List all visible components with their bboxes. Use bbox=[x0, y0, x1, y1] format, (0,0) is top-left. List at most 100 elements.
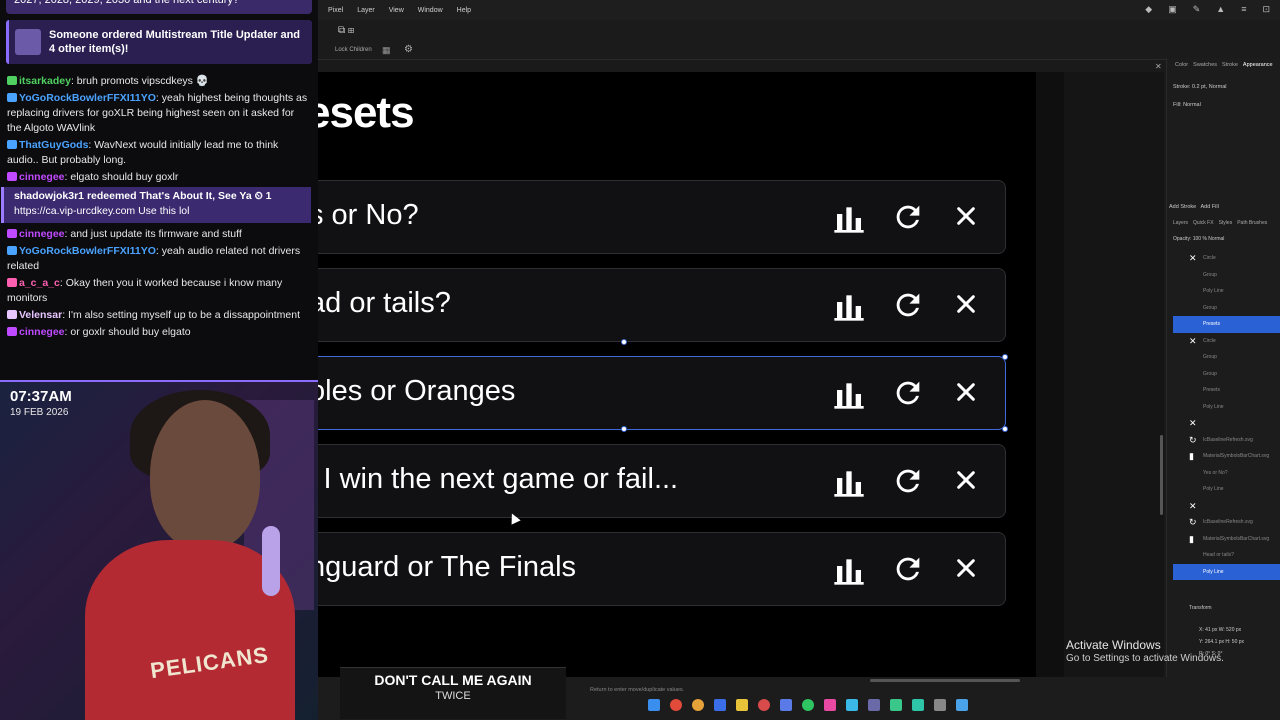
close-icon[interactable]: ✕ bbox=[1155, 62, 1162, 71]
horizontal-scrollbar[interactable] bbox=[870, 679, 1020, 682]
preset-row[interactable]: ad or tails? bbox=[318, 268, 1006, 342]
gear-icon[interactable]: ⚙ bbox=[404, 44, 413, 55]
layer-row[interactable]: ✕ bbox=[1173, 498, 1280, 515]
bar-chart-icon[interactable] bbox=[833, 466, 865, 498]
menu-item-layer[interactable]: Layer bbox=[357, 7, 375, 14]
layer-row[interactable]: Poly Line bbox=[1173, 563, 1280, 580]
menu-item-help[interactable]: Help bbox=[457, 7, 471, 14]
chat-username[interactable]: itsarkadey bbox=[19, 75, 71, 87]
opacity-blend[interactable]: Opacity: 100 % Normal bbox=[1173, 236, 1224, 242]
stroke-setting[interactable]: Stroke: 0.2 pt, Normal bbox=[1173, 84, 1227, 90]
bar-chart-icon[interactable] bbox=[833, 554, 865, 586]
transform-icon[interactable]: ⧉ ⊞ bbox=[338, 25, 354, 36]
windows-start-icon[interactable] bbox=[648, 699, 660, 711]
close-icon[interactable] bbox=[955, 205, 977, 227]
close-icon[interactable] bbox=[955, 293, 977, 315]
selection-handle[interactable] bbox=[621, 339, 627, 345]
app-icon-gray[interactable] bbox=[934, 699, 946, 711]
layer-row[interactable]: ✕ bbox=[1173, 415, 1280, 432]
layer-row[interactable]: Poly Line bbox=[1173, 481, 1280, 498]
transform-value-row[interactable]: X: 41 px W: 520 px bbox=[1199, 624, 1244, 636]
preset-row[interactable]: s or No? bbox=[318, 180, 1006, 254]
preset-row[interactable]: oles or Oranges bbox=[318, 356, 1006, 430]
layer-row[interactable]: ▮ MaterialSymbolsBarChart.svg bbox=[1173, 448, 1280, 465]
chat-username[interactable]: a_c_a_c bbox=[19, 277, 60, 289]
canvas[interactable]: esets s or No? ad or tails? oles or Orange… bbox=[318, 72, 1036, 677]
menu-item-pixel[interactable]: Pixel bbox=[328, 7, 343, 14]
app-icon-teal[interactable] bbox=[912, 699, 924, 711]
refresh-icon[interactable] bbox=[891, 552, 925, 586]
align-icon[interactable]: ≡ bbox=[1241, 4, 1246, 15]
refresh-icon[interactable] bbox=[891, 464, 925, 498]
bar-chart-icon[interactable] bbox=[833, 202, 865, 234]
layer-row[interactable]: ↻ IcBaselineRefresh.svg bbox=[1173, 432, 1280, 449]
snap-icon[interactable]: ◆ bbox=[1145, 4, 1152, 15]
layer-row[interactable]: Presets bbox=[1173, 316, 1280, 333]
layer-row[interactable]: Head or tails? bbox=[1173, 547, 1280, 564]
layer-row[interactable]: Poly Line bbox=[1173, 283, 1280, 300]
menu-item-window[interactable]: Window bbox=[418, 7, 443, 14]
pen-icon[interactable]: ✎ bbox=[1193, 4, 1201, 15]
selection-handle[interactable] bbox=[621, 426, 627, 432]
layer-row[interactable]: Group bbox=[1173, 267, 1280, 284]
close-icon[interactable] bbox=[955, 469, 977, 491]
chat-username[interactable]: ThatGuyGods bbox=[19, 139, 88, 151]
tab-path-brushes[interactable]: Path Brushes bbox=[1237, 220, 1267, 226]
app-icon-pink[interactable] bbox=[824, 699, 836, 711]
add-stroke-button[interactable]: Add Stroke bbox=[1169, 204, 1196, 210]
bar-chart-icon[interactable] bbox=[833, 378, 865, 410]
layer-row[interactable]: ▮ MaterialSymbolsBarChart.svg bbox=[1173, 531, 1280, 548]
app-icon-blue[interactable] bbox=[780, 699, 792, 711]
tab-stroke[interactable]: Stroke bbox=[1222, 62, 1238, 68]
window-icon[interactable]: ⊡ bbox=[1262, 4, 1270, 15]
refresh-icon[interactable] bbox=[891, 376, 925, 410]
chat-username[interactable]: YoGoRockBowlerFFXI11YO bbox=[19, 245, 156, 257]
bar-chart-icon[interactable] bbox=[833, 290, 865, 322]
layer-row[interactable]: ↻ IcBaselineRefresh.svg bbox=[1173, 514, 1280, 531]
vertical-scrollbar[interactable] bbox=[1160, 435, 1163, 515]
triangle-icon[interactable]: ▲ bbox=[1216, 4, 1225, 15]
tab-quick-fx[interactable]: Quick FX bbox=[1193, 220, 1214, 226]
lock-children-toggle[interactable]: Lock Children bbox=[335, 47, 372, 53]
chat-username[interactable]: cinnegee bbox=[19, 326, 65, 338]
chrome-icon[interactable] bbox=[692, 699, 704, 711]
spotify-icon[interactable] bbox=[802, 699, 814, 711]
layer-row[interactable]: Group bbox=[1173, 366, 1280, 383]
designer-app-icon[interactable] bbox=[890, 699, 902, 711]
browser-icon[interactable] bbox=[670, 699, 682, 711]
close-icon[interactable] bbox=[955, 381, 977, 403]
layer-row[interactable]: Presets bbox=[1173, 382, 1280, 399]
mail-icon[interactable] bbox=[714, 699, 726, 711]
close-icon[interactable] bbox=[955, 557, 977, 579]
tab-color[interactable]: Color bbox=[1175, 62, 1188, 68]
chat-username[interactable]: cinnegee bbox=[19, 171, 65, 183]
app-icon-dark[interactable] bbox=[868, 699, 880, 711]
tab-layers[interactable]: Layers bbox=[1173, 220, 1188, 226]
layer-row[interactable]: Poly Line bbox=[1173, 399, 1280, 416]
chat-username[interactable]: Velensar bbox=[19, 309, 62, 321]
app-icon-cyan[interactable] bbox=[846, 699, 858, 711]
app-icon-red[interactable] bbox=[758, 699, 770, 711]
files-icon[interactable] bbox=[736, 699, 748, 711]
tab-appearance[interactable]: Appearance bbox=[1243, 62, 1273, 68]
refresh-icon[interactable] bbox=[891, 288, 925, 322]
refresh-icon[interactable] bbox=[891, 200, 925, 234]
selection-handle[interactable] bbox=[1002, 354, 1008, 360]
notes-icon[interactable] bbox=[956, 699, 968, 711]
layer-row[interactable]: Group bbox=[1173, 349, 1280, 366]
preset-row[interactable]: hguard or The Finals bbox=[318, 532, 1006, 606]
layer-row[interactable]: ✕ Circle bbox=[1173, 333, 1280, 350]
chat-username[interactable]: cinnegee bbox=[19, 228, 65, 240]
fill-setting[interactable]: Fill: Normal bbox=[1173, 102, 1201, 108]
layer-row[interactable]: Group bbox=[1173, 300, 1280, 317]
preset-row[interactable]: l I win the next game or fail... bbox=[318, 444, 1006, 518]
add-fill-button[interactable]: Add Fill bbox=[1201, 204, 1219, 210]
menu-item-view[interactable]: View bbox=[389, 7, 404, 14]
tab-swatches[interactable]: Swatches bbox=[1193, 62, 1217, 68]
tab-styles[interactable]: Styles bbox=[1219, 220, 1233, 226]
grid-icon[interactable]: ▦ bbox=[382, 45, 391, 56]
layer-row[interactable]: Yes or No? bbox=[1173, 465, 1280, 482]
chat-username[interactable]: YoGoRockBowlerFFXI11YO bbox=[19, 92, 156, 104]
selection-handle[interactable] bbox=[1002, 426, 1008, 432]
arrange-icon[interactable]: ▣ bbox=[1168, 4, 1177, 15]
